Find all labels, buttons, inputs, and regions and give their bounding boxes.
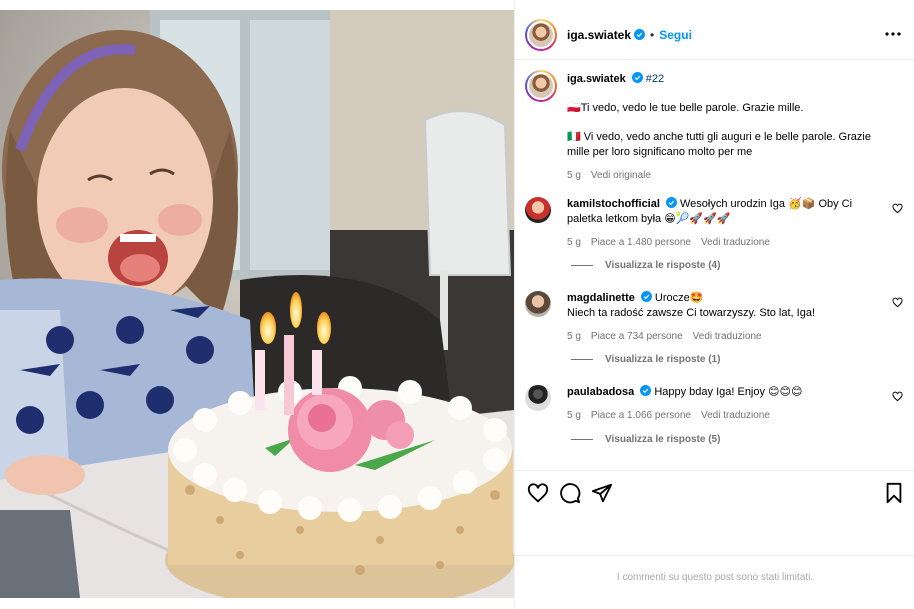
- comment-likes[interactable]: Piace a 1.066 persone: [591, 408, 691, 423]
- translate-link[interactable]: Vedi traduzione: [693, 329, 762, 344]
- caption-author-avatar-image: [527, 72, 555, 100]
- comment-heart-icon[interactable]: [892, 297, 903, 308]
- replies-divider-line: [571, 439, 593, 440]
- more-horizontal-icon[interactable]: [885, 26, 901, 42]
- caption-line-polish: 🇵🇱Ti vedo, vedo le tue belle parole. Gra…: [567, 102, 804, 114]
- follow-button[interactable]: Segui: [659, 28, 692, 42]
- share-icon[interactable]: [591, 482, 613, 504]
- commenter-avatar[interactable]: [525, 291, 551, 317]
- comments-limited-notice: I commenti su questo post sono stati lim…: [515, 555, 914, 598]
- caption: iga.swiatek #22 🇵🇱Ti vedo, vedo le tue b…: [525, 70, 905, 183]
- comment-body: magdalinette Urocze🤩 Niech ta radość zaw…: [567, 291, 877, 344]
- comment-item: magdalinette Urocze🤩 Niech ta radość zaw…: [525, 291, 905, 344]
- verified-badge-icon: [631, 72, 643, 83]
- author-avatar[interactable]: [525, 18, 557, 51]
- comment-content: kamilstochofficial Wesołych urodzin Iga …: [567, 197, 877, 227]
- caption-meta: 5 g Vedi originale: [567, 168, 887, 183]
- view-replies-button[interactable]: Visualizza le risposte (4): [571, 260, 720, 271]
- comment-icon[interactable]: [559, 482, 581, 504]
- comment-heart-icon[interactable]: [892, 203, 903, 214]
- comment-item: kamilstochofficial Wesołych urodzin Iga …: [525, 197, 905, 250]
- translate-link[interactable]: Vedi traduzione: [701, 408, 770, 423]
- author-username[interactable]: iga.swiatek: [567, 28, 631, 42]
- verified-badge-icon: [640, 291, 652, 302]
- comment-likes[interactable]: Piace a 1.480 persone: [591, 235, 691, 250]
- comment-username[interactable]: kamilstochofficial: [567, 198, 660, 210]
- comment-likes[interactable]: Piace a 734 persone: [591, 329, 683, 344]
- comment-content: magdalinette Urocze🤩 Niech ta radość zaw…: [567, 291, 877, 321]
- translate-link[interactable]: Vedi traduzione: [701, 235, 770, 250]
- comment-time: 5 g: [567, 410, 581, 421]
- separator-dot: •: [650, 27, 655, 42]
- commenter-avatar[interactable]: [525, 197, 551, 223]
- replies-divider-line: [571, 265, 593, 266]
- photo-illustration: [0, 10, 514, 598]
- comment-content: paulabadosa Happy bday Iga! Enjoy 😊😊😊: [567, 385, 877, 400]
- author-avatar-image: [527, 20, 555, 49]
- post-header: iga.swiatek • Segui: [515, 10, 914, 60]
- replies-divider-line: [571, 359, 593, 360]
- comment-time: 5 g: [567, 331, 581, 342]
- verified-badge-icon: [665, 197, 677, 208]
- comment-heart-icon[interactable]: [892, 391, 903, 402]
- bookmark-icon[interactable]: [883, 482, 905, 504]
- view-replies-button[interactable]: Visualizza le risposte (5): [571, 434, 720, 445]
- caption-body: iga.swiatek #22 🇵🇱Ti vedo, vedo le tue b…: [567, 70, 887, 183]
- comment-meta: 5 g Piace a 1.480 persone Vedi traduzion…: [567, 235, 877, 250]
- comment-text: Happy bday Iga! Enjoy 😊😊😊: [654, 386, 803, 398]
- action-bar: [515, 470, 914, 512]
- view-replies-label: Visualizza le risposte (4): [605, 260, 721, 271]
- heart-icon[interactable]: [527, 482, 549, 504]
- view-replies-button[interactable]: Visualizza le risposte (1): [571, 354, 720, 365]
- post-photo: [0, 0, 514, 609]
- view-replies-label: Visualizza le risposte (1): [605, 354, 721, 365]
- comment-meta: 5 g Piace a 1.066 persone Vedi traduzion…: [567, 408, 877, 423]
- comment-time: 5 g: [567, 237, 581, 248]
- caption-time: 5 g: [567, 170, 581, 181]
- verified-badge-icon: [634, 29, 646, 40]
- birthday-photo: [0, 10, 514, 598]
- view-replies-label: Visualizza le risposte (5): [605, 434, 721, 445]
- comment-username[interactable]: magdalinette: [567, 292, 635, 304]
- post-side-panel: iga.swiatek • Segui iga.swiatek #22 🇵🇱Ti: [514, 0, 914, 609]
- instagram-post-view: iga.swiatek • Segui iga.swiatek #22 🇵🇱Ti: [0, 0, 914, 609]
- caption-username[interactable]: iga.swiatek: [567, 73, 626, 85]
- see-original-link[interactable]: Vedi originale: [591, 168, 651, 183]
- comment-item: paulabadosa Happy bday Iga! Enjoy 😊😊😊 5 …: [525, 385, 905, 423]
- commenter-avatar[interactable]: [525, 385, 551, 411]
- comments-scroll-area[interactable]: iga.swiatek #22 🇵🇱Ti vedo, vedo le tue b…: [515, 60, 914, 470]
- verified-badge-icon: [640, 385, 652, 396]
- comment-meta: 5 g Piace a 734 persone Vedi traduzione: [567, 329, 877, 344]
- caption-line-italian: 🇮🇹 Vi vedo, vedo anche tutti gli auguri …: [567, 131, 871, 158]
- caption-hashtag[interactable]: #22: [646, 73, 664, 85]
- comment-body: paulabadosa Happy bday Iga! Enjoy 😊😊😊 5 …: [567, 385, 877, 423]
- comment-body: kamilstochofficial Wesołych urodzin Iga …: [567, 197, 877, 250]
- comment-username[interactable]: paulabadosa: [567, 386, 634, 398]
- caption-header: iga.swiatek #22: [567, 72, 887, 87]
- caption-author-avatar[interactable]: [525, 70, 557, 102]
